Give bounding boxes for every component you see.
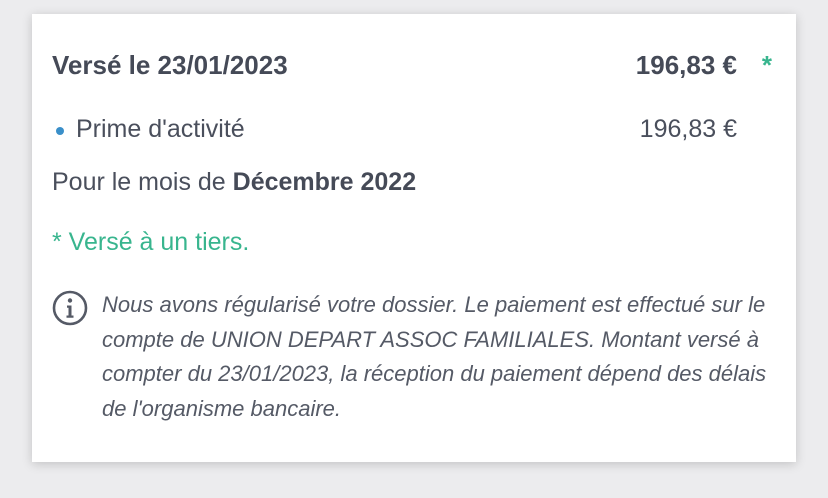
period-line: Pour le mois de Décembre 2022 [52,168,416,197]
payment-card: Versé le 23/01/2023 196,83 € * Prime d'a… [32,14,796,462]
bullet-icon [56,127,64,135]
info-icon [52,290,88,326]
payment-line-item: Prime d'activité 196,83 € [52,115,742,149]
benefit-amount: 196,83 € [639,115,737,143]
third-party-asterisk: * [761,50,772,80]
info-text: Nous avons régularisé votre dossier. Le … [102,292,767,421]
third-party-note: * Versé à un tiers. [52,228,250,256]
period-prefix: Pour le mois de [52,168,233,196]
payment-header: Versé le 23/01/2023 196,83 € * [52,50,772,84]
benefit-label: Prime d'activité [76,115,245,143]
payment-total-amount: 196,83 € [635,50,737,80]
payment-date-title: Versé le 23/01/2023 [52,50,288,80]
period-value: Décembre 2022 [232,168,417,196]
